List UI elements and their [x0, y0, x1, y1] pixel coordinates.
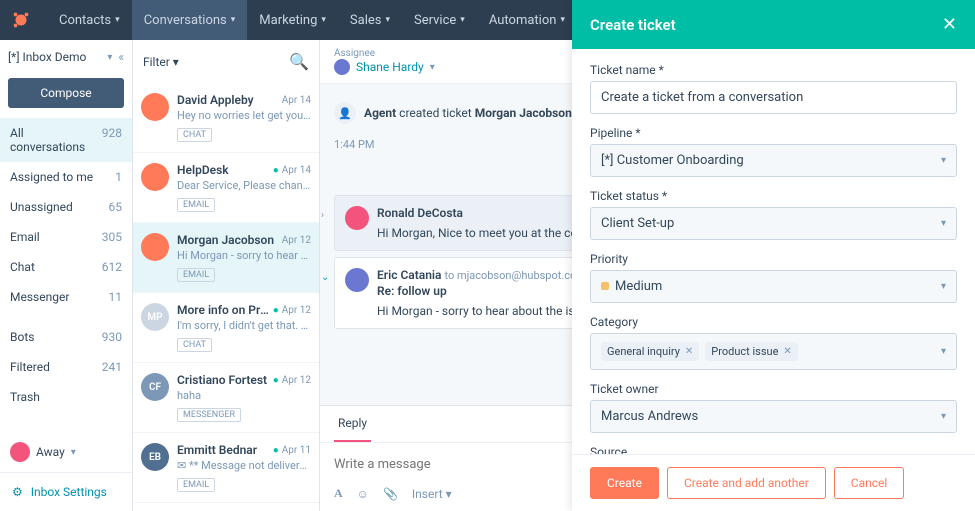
- conversation-preview: Hey no worries let get you in cont…: [177, 109, 311, 122]
- reply-tab[interactable]: Reply: [334, 406, 371, 442]
- cancel-button[interactable]: Cancel: [834, 467, 905, 499]
- source-label: Source: [590, 445, 957, 454]
- conversation-date: Apr 12: [273, 375, 311, 386]
- category-tag: Product issue✕: [705, 342, 798, 361]
- category-select[interactable]: General inquiry✕ Product issue✕ ▾: [590, 333, 957, 370]
- modal-title: Create ticket: [590, 16, 676, 34]
- conversation-preview: Hi Morgan - sorry to hear about th…: [177, 249, 311, 262]
- sidebar-item-email[interactable]: Email305: [0, 222, 132, 252]
- inbox-settings[interactable]: ⚙ Inbox Settings: [0, 472, 132, 511]
- nav-contacts[interactable]: Contacts▾: [47, 0, 132, 40]
- chevron-right-icon[interactable]: ›: [321, 210, 324, 221]
- gear-icon: ⚙: [12, 485, 23, 499]
- ticket-name-label: Ticket name *: [590, 63, 957, 77]
- sender-avatar: [345, 268, 369, 292]
- create-ticket-modal: Create ticket ✕ Ticket name * Pipeline *…: [572, 0, 975, 511]
- pipeline-label: Pipeline *: [590, 126, 957, 140]
- sidebar-item-trash[interactable]: Trash: [0, 382, 132, 412]
- attachment-icon[interactable]: 📎: [383, 487, 398, 501]
- channel-tag: CHAT: [177, 338, 212, 352]
- user-status[interactable]: Away▾: [0, 432, 132, 472]
- conversation-date: Apr 12: [273, 305, 311, 316]
- sidebar-item-filtered[interactable]: Filtered241: [0, 352, 132, 382]
- conversation-name: Morgan Jacobson: [177, 233, 274, 247]
- inbox-title[interactable]: [*] Inbox Demo: [8, 50, 101, 64]
- status-select[interactable]: Client Set-up▾: [590, 207, 957, 240]
- conversation-item[interactable]: MP More info on Produ…Apr 12 I'm sorry, …: [133, 293, 319, 363]
- filter-dropdown[interactable]: Filter ▾: [143, 55, 179, 69]
- sidebar-item-chat[interactable]: Chat612: [0, 252, 132, 282]
- nav-marketing[interactable]: Marketing▾: [247, 0, 338, 40]
- remove-tag-icon[interactable]: ✕: [783, 346, 791, 357]
- search-icon[interactable]: 🔍: [289, 52, 309, 71]
- channel-tag: EMAIL: [177, 478, 215, 492]
- inbox-sidebar: [*] Inbox Demo ▾ « Compose All conversat…: [0, 40, 133, 511]
- conversation-preview: ✉ ** Message not delivered ** W…: [177, 459, 311, 472]
- chevron-down-icon[interactable]: ⌄: [321, 272, 329, 283]
- status-label: Ticket status *: [590, 189, 957, 203]
- conversation-date: Apr 12: [282, 235, 311, 246]
- nav-automation[interactable]: Automation▾: [477, 0, 577, 40]
- emoji-icon[interactable]: ☺: [357, 487, 369, 501]
- sidebar-item-bots[interactable]: Bots930: [0, 322, 132, 352]
- conversation-avatar: [141, 93, 169, 121]
- remove-tag-icon[interactable]: ✕: [685, 346, 693, 357]
- conversation-date: Apr 11: [273, 445, 311, 456]
- sender-avatar: [345, 206, 369, 230]
- priority-label: Priority: [590, 252, 957, 266]
- conversation-preview: haha: [177, 389, 311, 402]
- conversation-item[interactable]: HelpDesk Apr 14 Dear Service, Please chan…: [133, 153, 319, 223]
- conversation-item[interactable]: David Appleby Apr 14 Hey no worries let g…: [133, 83, 319, 153]
- nav-conversations[interactable]: Conversations▾: [132, 0, 248, 40]
- collapse-icon[interactable]: «: [118, 50, 124, 64]
- compose-button[interactable]: Compose: [8, 78, 124, 108]
- sidebar-item-unassigned[interactable]: Unassigned65: [0, 192, 132, 222]
- conversation-name: More info on Produ…: [177, 303, 273, 317]
- insert-dropdown[interactable]: Insert ▾: [412, 487, 452, 501]
- channel-tag: EMAIL: [177, 268, 215, 282]
- nav-service[interactable]: Service▾: [402, 0, 477, 40]
- close-icon[interactable]: ✕: [942, 14, 957, 35]
- pipeline-select[interactable]: [*] Customer Onboarding▾: [590, 144, 957, 177]
- category-tag: General inquiry✕: [601, 342, 699, 361]
- chevron-down-icon[interactable]: ▾: [107, 52, 112, 63]
- conversation-preview: I'm sorry, I didn't get that. Try aga…: [177, 319, 311, 332]
- conversation-item[interactable]: EB Emmitt Bednar Apr 11 ✉ ** Message not …: [133, 433, 319, 503]
- conversation-name: Cristiano Fortest: [177, 373, 267, 387]
- owner-select[interactable]: Marcus Andrews▾: [590, 400, 957, 433]
- create-another-button[interactable]: Create and add another: [667, 467, 826, 499]
- conversation-avatar: CF: [141, 373, 169, 401]
- category-label: Category: [590, 315, 957, 329]
- conversation-list: Filter ▾ 🔍 David Appleby Apr 14 Hey no wo…: [133, 40, 320, 511]
- sidebar-item-messenger[interactable]: Messenger11: [0, 282, 132, 312]
- hubspot-logo: [10, 9, 32, 31]
- conversation-avatar: [141, 163, 169, 191]
- channel-tag: EMAIL: [177, 198, 215, 212]
- conversation-preview: Dear Service, Please change your…: [177, 179, 311, 192]
- conversation-date: Apr 14: [282, 95, 311, 106]
- sidebar-item-all[interactable]: All conversations928: [0, 118, 132, 162]
- agent-icon: 👤: [334, 102, 356, 124]
- create-button[interactable]: Create: [590, 467, 659, 499]
- conversation-item[interactable]: CF Cristiano Fortest Apr 12 haha MESSENGE…: [133, 363, 319, 433]
- sidebar-item-assigned[interactable]: Assigned to me1: [0, 162, 132, 192]
- conversation-name: Emmitt Bednar: [177, 443, 257, 457]
- text-format-icon[interactable]: A: [334, 486, 343, 501]
- channel-tag: CHAT: [177, 128, 212, 142]
- conversation-name: HelpDesk: [177, 163, 229, 177]
- conversation-name: David Appleby: [177, 93, 254, 107]
- nav-sales[interactable]: Sales▾: [338, 0, 402, 40]
- conversation-date: Apr 14: [273, 165, 311, 176]
- conversation-avatar: [141, 233, 169, 261]
- ticket-name-input[interactable]: [590, 81, 957, 114]
- channel-tag: MESSENGER: [177, 408, 241, 422]
- conversation-item[interactable]: Morgan Jacobson Apr 12 Hi Morgan - sorry …: [133, 223, 319, 293]
- user-avatar: [10, 442, 30, 462]
- assignee-avatar: [334, 59, 350, 75]
- conversation-avatar: MP: [141, 303, 169, 331]
- owner-label: Ticket owner: [590, 382, 957, 396]
- priority-select[interactable]: Medium▾: [590, 270, 957, 303]
- conversation-avatar: EB: [141, 443, 169, 471]
